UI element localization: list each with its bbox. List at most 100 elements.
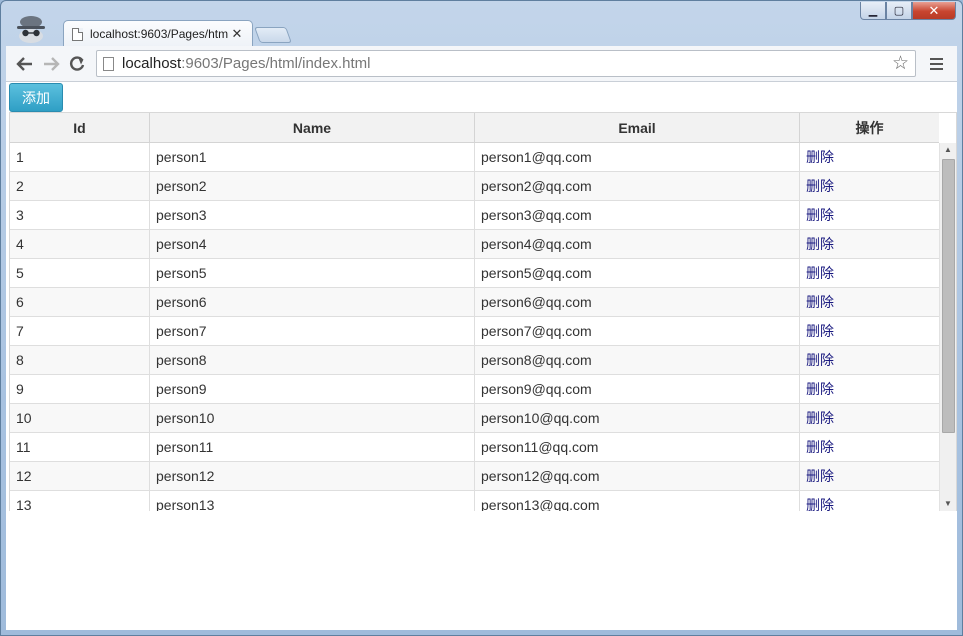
grid-header: Id Name Email 操作 bbox=[10, 113, 939, 143]
page-content: 添加 Id Name Email 操作 1 person1 person1@qq.c… bbox=[6, 82, 957, 630]
scroll-thumb[interactable] bbox=[942, 159, 955, 433]
table-row[interactable]: 8 person8 person8@qq.com 删除 bbox=[10, 346, 939, 375]
cell-name: person12 bbox=[150, 462, 475, 490]
cell-actions: 删除 bbox=[800, 230, 939, 258]
cell-email: person3@qq.com bbox=[475, 201, 800, 229]
reload-icon[interactable] bbox=[64, 51, 90, 77]
cell-name: person4 bbox=[150, 230, 475, 258]
table-row[interactable]: 7 person7 person7@qq.com 删除 bbox=[10, 317, 939, 346]
table-row[interactable]: 5 person5 person5@qq.com 删除 bbox=[10, 259, 939, 288]
hamburger-menu-icon[interactable] bbox=[926, 57, 946, 70]
cell-id: 11 bbox=[10, 433, 150, 461]
cell-actions: 删除 bbox=[800, 375, 939, 403]
title-bar: localhost:9603/Pages/htm ✕ ▁ ▢ ✕ bbox=[1, 1, 962, 47]
column-header-actions[interactable]: 操作 bbox=[800, 113, 939, 142]
cell-id: 9 bbox=[10, 375, 150, 403]
cell-id: 6 bbox=[10, 288, 150, 316]
delete-link[interactable]: 删除 bbox=[806, 205, 834, 225]
address-bar[interactable]: localhost :9603/Pages/html/index.html ☆ bbox=[96, 50, 916, 77]
cell-actions: 删除 bbox=[800, 317, 939, 345]
grid-body: 1 person1 person1@qq.com 删除 2 person2 person2@… bbox=[10, 143, 939, 511]
cell-email: person6@qq.com bbox=[475, 288, 800, 316]
column-header-name[interactable]: Name bbox=[150, 113, 475, 142]
cell-actions: 删除 bbox=[800, 346, 939, 374]
new-tab-button[interactable] bbox=[254, 27, 292, 43]
table-row[interactable]: 4 person4 person4@qq.com 删除 bbox=[10, 230, 939, 259]
delete-link[interactable]: 删除 bbox=[806, 437, 834, 457]
cell-email: person2@qq.com bbox=[475, 172, 800, 200]
table-row[interactable]: 9 person9 person9@qq.com 删除 bbox=[10, 375, 939, 404]
cell-email: person7@qq.com bbox=[475, 317, 800, 345]
delete-link[interactable]: 删除 bbox=[806, 234, 834, 254]
cell-name: person11 bbox=[150, 433, 475, 461]
delete-link[interactable]: 删除 bbox=[806, 321, 834, 341]
cell-email: person1@qq.com bbox=[475, 143, 800, 171]
minimize-button[interactable]: ▁ bbox=[860, 2, 886, 20]
delete-link[interactable]: 删除 bbox=[806, 495, 834, 511]
cell-id: 12 bbox=[10, 462, 150, 490]
table-row[interactable]: 10 person10 person10@qq.com 删除 bbox=[10, 404, 939, 433]
add-button[interactable]: 添加 bbox=[9, 83, 63, 112]
cell-id: 3 bbox=[10, 201, 150, 229]
table-row[interactable]: 2 person2 person2@qq.com 删除 bbox=[10, 172, 939, 201]
table-row[interactable]: 13 person13 person13@qq.com 删除 bbox=[10, 491, 939, 511]
cell-name: person6 bbox=[150, 288, 475, 316]
incognito-icon bbox=[17, 16, 45, 43]
scroll-up-arrow-icon[interactable]: ▲ bbox=[940, 143, 956, 157]
delete-link[interactable]: 删除 bbox=[806, 292, 834, 312]
browser-tab[interactable]: localhost:9603/Pages/htm ✕ bbox=[63, 20, 253, 47]
cell-actions: 删除 bbox=[800, 259, 939, 287]
page-icon bbox=[72, 27, 83, 41]
cell-actions: 删除 bbox=[800, 433, 939, 461]
delete-link[interactable]: 删除 bbox=[806, 350, 834, 370]
window-controls: ▁ ▢ ✕ bbox=[860, 2, 956, 20]
column-header-email[interactable]: Email bbox=[475, 113, 800, 142]
browser-toolbar: localhost :9603/Pages/html/index.html ☆ bbox=[6, 46, 957, 82]
delete-link[interactable]: 删除 bbox=[806, 408, 834, 428]
cell-email: person4@qq.com bbox=[475, 230, 800, 258]
cell-name: person1 bbox=[150, 143, 475, 171]
column-header-id[interactable]: Id bbox=[10, 113, 150, 142]
delete-link[interactable]: 删除 bbox=[806, 379, 834, 399]
tab-title: localhost:9603/Pages/htm bbox=[90, 27, 229, 41]
browser-window: localhost:9603/Pages/htm ✕ ▁ ▢ ✕ localho… bbox=[0, 0, 963, 636]
cell-name: person10 bbox=[150, 404, 475, 432]
cell-actions: 删除 bbox=[800, 288, 939, 316]
cell-actions: 删除 bbox=[800, 201, 939, 229]
cell-email: person11@qq.com bbox=[475, 433, 800, 461]
cell-name: person8 bbox=[150, 346, 475, 374]
delete-link[interactable]: 删除 bbox=[806, 466, 834, 486]
table-row[interactable]: 11 person11 person11@qq.com 删除 bbox=[10, 433, 939, 462]
close-window-button[interactable]: ✕ bbox=[912, 2, 956, 20]
delete-link[interactable]: 删除 bbox=[806, 263, 834, 283]
maximize-button[interactable]: ▢ bbox=[886, 2, 912, 20]
tab-close-icon[interactable]: ✕ bbox=[230, 26, 244, 42]
cell-actions: 删除 bbox=[800, 404, 939, 432]
cell-id: 13 bbox=[10, 491, 150, 511]
back-arrow-icon[interactable] bbox=[12, 51, 38, 77]
cell-id: 7 bbox=[10, 317, 150, 345]
page-info-icon[interactable] bbox=[103, 56, 114, 71]
cell-id: 5 bbox=[10, 259, 150, 287]
cell-name: person13 bbox=[150, 491, 475, 511]
table-row[interactable]: 1 person1 person1@qq.com 删除 bbox=[10, 143, 939, 172]
cell-name: person9 bbox=[150, 375, 475, 403]
cell-id: 8 bbox=[10, 346, 150, 374]
star-icon[interactable]: ☆ bbox=[892, 52, 909, 75]
vertical-scrollbar[interactable]: ▲ ▼ bbox=[939, 143, 956, 511]
table-row[interactable]: 12 person12 person12@qq.com 删除 bbox=[10, 462, 939, 491]
url-path: :9603/Pages/html/index.html bbox=[181, 55, 371, 72]
cell-name: person5 bbox=[150, 259, 475, 287]
cell-actions: 删除 bbox=[800, 172, 939, 200]
cell-actions: 删除 bbox=[800, 462, 939, 490]
cell-id: 4 bbox=[10, 230, 150, 258]
cell-email: person12@qq.com bbox=[475, 462, 800, 490]
scroll-down-arrow-icon[interactable]: ▼ bbox=[940, 497, 956, 511]
delete-link[interactable]: 删除 bbox=[806, 147, 834, 167]
data-grid: Id Name Email 操作 1 person1 person1@qq.com 删… bbox=[9, 112, 957, 511]
table-row[interactable]: 3 person3 person3@qq.com 删除 bbox=[10, 201, 939, 230]
delete-link[interactable]: 删除 bbox=[806, 176, 834, 196]
forward-arrow-icon[interactable] bbox=[38, 51, 64, 77]
table-row[interactable]: 6 person6 person6@qq.com 删除 bbox=[10, 288, 939, 317]
cell-actions: 删除 bbox=[800, 143, 939, 171]
